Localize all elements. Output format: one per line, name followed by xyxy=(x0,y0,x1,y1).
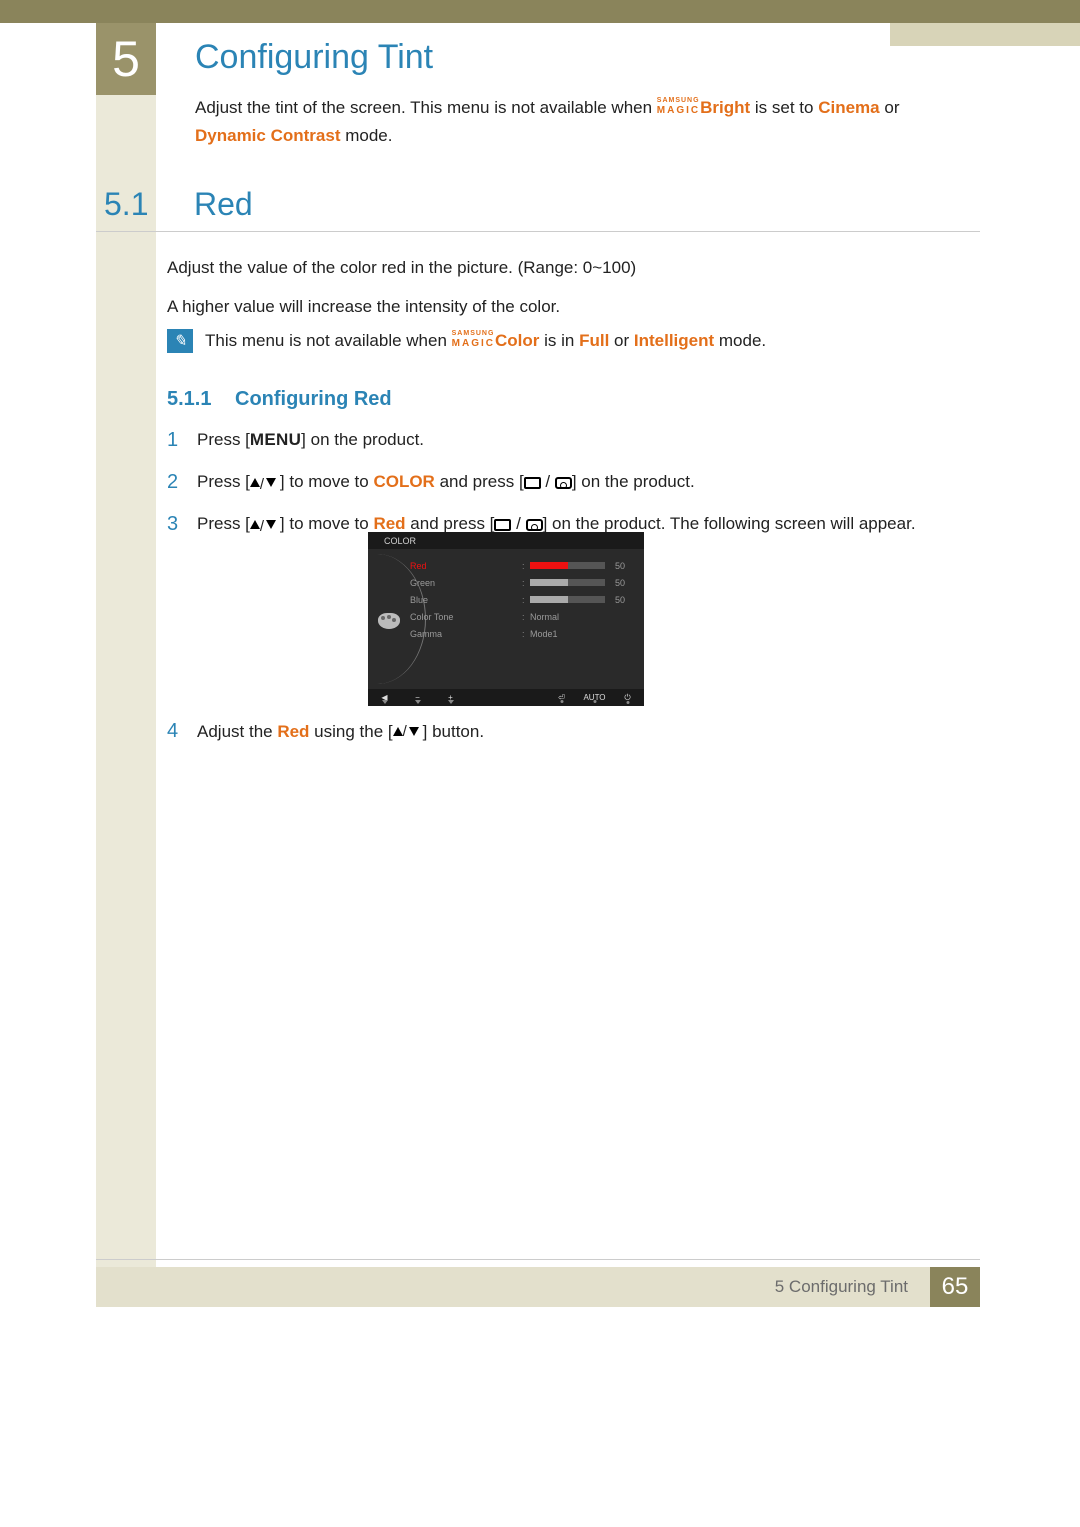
intro-text-2: is set to xyxy=(755,98,818,117)
osd-slider-blue xyxy=(530,596,605,603)
source-key-icon xyxy=(555,477,572,489)
osd-footer-minus-icon: − xyxy=(401,693,434,702)
step-1-text: Press [MENU] on the product. xyxy=(197,427,424,453)
step-3-number: 3 xyxy=(167,509,179,539)
menu-key: MENU xyxy=(250,430,301,449)
step-1: 1 Press [MENU] on the product. xyxy=(167,425,967,455)
intro-text-3: or xyxy=(884,98,899,117)
note-text: This menu is not available when MAGICCol… xyxy=(205,331,766,351)
note-intelligent: Intelligent xyxy=(634,331,714,350)
intro-cinema: Cinema xyxy=(818,98,879,117)
osd-footer-enter-icon: ⏎ xyxy=(545,693,578,702)
subsection-title: Configuring Red xyxy=(235,388,392,411)
osd-row-value: 50 xyxy=(605,595,625,605)
note-t3: or xyxy=(614,331,634,350)
osd-row-value: 50 xyxy=(605,578,625,588)
step-4: 4 Adjust the Red using the [/] button. xyxy=(167,720,967,743)
section-title: Red xyxy=(194,186,253,223)
step-2-text: Press [/] to move to COLOR and press [ /… xyxy=(197,469,695,495)
subsection-number: 5.1.1 xyxy=(167,388,211,411)
osd-slider-green xyxy=(530,579,605,586)
osd-slider-red xyxy=(530,562,605,569)
osd-body: Red : 50 Green : 50 Blue : 50 Color Tone… xyxy=(368,549,644,689)
samsung-magic-label: MAGIC xyxy=(657,106,700,116)
osd-footer-power-icon: ⏻ xyxy=(611,693,644,703)
note-full: Full xyxy=(579,331,609,350)
section-underline xyxy=(96,231,980,232)
note-t1: This menu is not available when xyxy=(205,331,452,350)
intro-dynamic-contrast: Dynamic Contrast xyxy=(195,126,340,145)
step-4-text: Adjust the Red using the [/] button. xyxy=(197,722,484,742)
osd-footer-auto: AUTO xyxy=(578,693,611,702)
samsung-magic-label-2: MAGIC xyxy=(452,339,495,349)
paragraph-2: A higher value will increase the intensi… xyxy=(167,294,967,320)
intro-bright: Bright xyxy=(700,98,750,117)
osd-footer-plus-icon: + xyxy=(434,693,467,702)
intro-text-1: Adjust the tint of the screen. This menu… xyxy=(195,98,657,117)
osd-row-gamma: Gamma : Mode1 xyxy=(410,625,632,642)
step-1-number: 1 xyxy=(167,425,179,455)
rect-key-icon xyxy=(494,519,511,531)
osd-row-label: Gamma xyxy=(410,629,522,639)
osd-row-value: Mode1 xyxy=(530,629,632,639)
step-2-color: COLOR xyxy=(373,472,434,491)
step-4-red: Red xyxy=(277,722,309,741)
step-2: 2 Press [/] to move to COLOR and press [… xyxy=(167,467,967,497)
note-t2: is in xyxy=(544,331,579,350)
step-3-red: Red xyxy=(373,514,405,533)
osd-header: COLOR xyxy=(368,532,644,549)
osd-screenshot: COLOR Red : 50 Green : 50 Blue : 50 xyxy=(368,532,644,706)
intro-text-4: mode. xyxy=(345,126,392,145)
osd-row-label: Red xyxy=(410,561,522,571)
header-band xyxy=(0,0,1080,23)
footer-divider xyxy=(96,1259,980,1260)
osd-rows: Red : 50 Green : 50 Blue : 50 Color Tone… xyxy=(410,557,632,642)
paragraph-1: Adjust the value of the color red in the… xyxy=(167,255,967,281)
up-down-icon: / xyxy=(250,518,280,532)
footer-chapter-label: 5 Configuring Tint xyxy=(96,1267,922,1307)
step-4-number: 4 xyxy=(167,720,179,743)
osd-row-green: Green : 50 xyxy=(410,574,632,591)
osd-row-blue: Blue : 50 xyxy=(410,591,632,608)
source-key-icon xyxy=(526,519,543,531)
osd-row-value: 50 xyxy=(605,561,625,571)
chapter-number: 5 xyxy=(112,30,140,88)
osd-row-label: Blue xyxy=(410,595,522,605)
note-color: Color xyxy=(495,331,539,350)
osd-row-red: Red : 50 xyxy=(410,557,632,574)
header-band-light xyxy=(890,23,1080,46)
footer-page-number: 65 xyxy=(930,1267,980,1307)
chapter-title: Configuring Tint xyxy=(195,38,433,77)
osd-row-label: Color Tone xyxy=(410,612,522,622)
up-down-icon: / xyxy=(393,725,423,739)
footer-bar: 5 Configuring Tint 65 xyxy=(0,1267,1080,1307)
note-row: ✎ This menu is not available when MAGICC… xyxy=(167,329,967,353)
osd-row-label: Green xyxy=(410,578,522,588)
chapter-number-box: 5 xyxy=(96,23,156,95)
intro-paragraph: Adjust the tint of the screen. This menu… xyxy=(195,94,970,150)
palette-icon xyxy=(378,613,400,629)
osd-row-value: Normal xyxy=(530,612,632,622)
osd-row-colortone: Color Tone : Normal xyxy=(410,608,632,625)
osd-footer-back-icon: ◀ xyxy=(368,693,401,702)
osd-footer: ◀ − + ⏎ AUTO ⏻ xyxy=(368,689,644,706)
note-t4: mode. xyxy=(719,331,766,350)
rect-key-icon xyxy=(524,477,541,489)
up-down-icon: / xyxy=(250,476,280,490)
section-number: 5.1 xyxy=(104,186,148,223)
step-2-number: 2 xyxy=(167,467,179,497)
note-icon: ✎ xyxy=(167,329,193,353)
